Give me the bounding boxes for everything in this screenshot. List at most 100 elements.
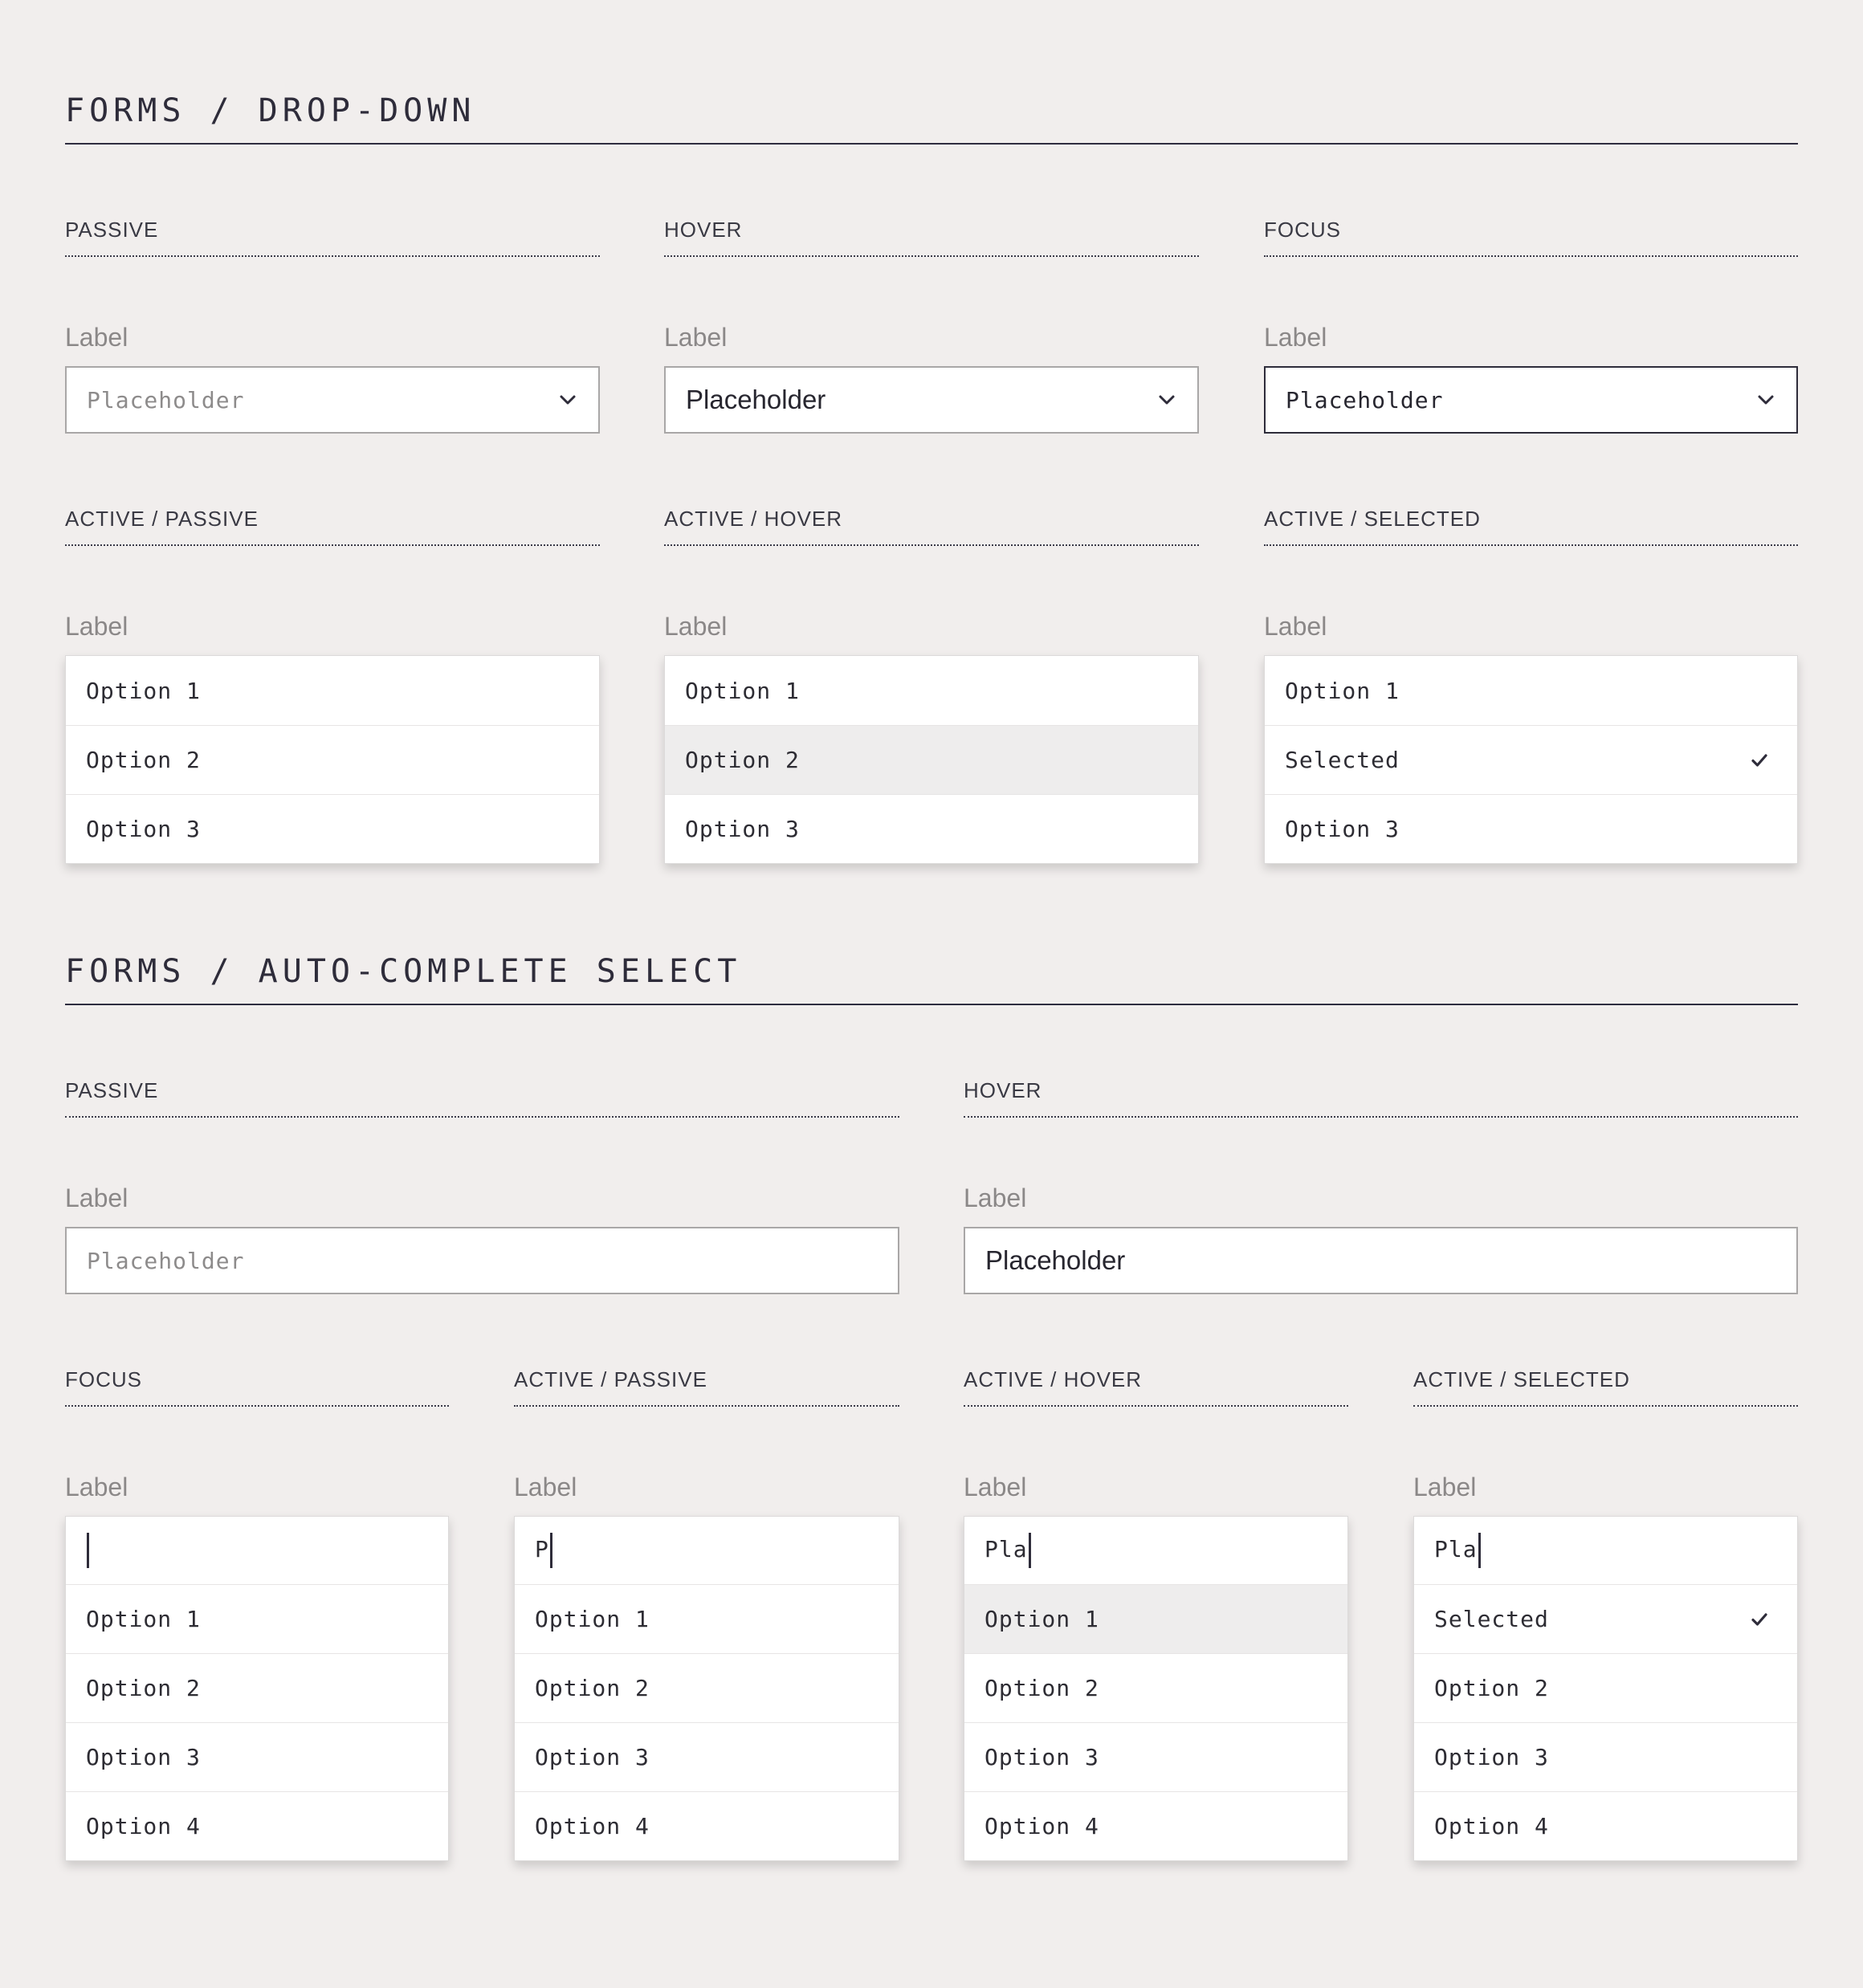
menu-option[interactable]: Option 3	[964, 1722, 1347, 1791]
menu-option-hovered[interactable]: Option 2	[665, 725, 1198, 794]
menu-option[interactable]: Option 3	[1265, 794, 1797, 863]
option-label: Option 3	[685, 816, 800, 842]
autocomplete-active-hover-input[interactable]: Pla	[964, 1517, 1347, 1584]
dropdown-focus-placeholder: Placeholder	[1286, 386, 1444, 413]
autocomplete-section-divider	[65, 1004, 1798, 1005]
option-label: Option 3	[1285, 816, 1400, 842]
dropdown-hover-select[interactable]: Placeholder	[664, 366, 1199, 434]
autocomplete-active-selected-input[interactable]: Pla	[1414, 1517, 1797, 1584]
menu-option[interactable]: Option 3	[1414, 1722, 1797, 1791]
dropdown-active-selected-label: Label	[1264, 612, 1327, 641]
autocomplete-active-hover-divider	[964, 1405, 1348, 1407]
autocomplete-focus-input[interactable]	[66, 1517, 448, 1584]
menu-option[interactable]: Option 1	[66, 1584, 448, 1653]
menu-option[interactable]: Option 2	[964, 1653, 1347, 1722]
autocomplete-active-passive-label: Label	[514, 1473, 577, 1501]
option-label: Option 1	[86, 1606, 201, 1632]
autocomplete-active-selected-divider	[1413, 1405, 1798, 1407]
option-label: Option 3	[86, 1744, 201, 1770]
dropdown-passive-placeholder: Placeholder	[87, 386, 245, 413]
dropdown-passive-divider	[65, 255, 600, 257]
autocomplete-active-hover-menu: Pla Option 1 Option 2 Option 3 Option 4	[964, 1516, 1348, 1861]
menu-option[interactable]: Option 4	[1414, 1791, 1797, 1860]
menu-option[interactable]: Option 1	[515, 1584, 899, 1653]
autocomplete-active-hover-label: Label	[964, 1473, 1027, 1501]
autocomplete-focus-divider	[65, 1405, 449, 1407]
dropdown-active-selected-heading: ACTIVE / SELECTED	[1264, 507, 1481, 531]
autocomplete-passive-label: Label	[65, 1183, 128, 1212]
autocomplete-active-passive-menu: P Option 1 Option 2 Option 3 Option 4	[514, 1516, 899, 1861]
text-cursor	[549, 1533, 552, 1568]
menu-option[interactable]: Option 2	[1414, 1653, 1797, 1722]
option-label: Option 2	[1434, 1675, 1549, 1701]
menu-option[interactable]: Option 4	[964, 1791, 1347, 1860]
menu-option[interactable]: Option 4	[66, 1791, 448, 1860]
menu-option[interactable]: Option 3	[515, 1722, 899, 1791]
menu-option[interactable]: Option 3	[66, 794, 599, 863]
option-label: Option 2	[86, 1675, 201, 1701]
option-label: Option 2	[535, 1675, 650, 1701]
option-label: Selected	[1285, 747, 1400, 773]
autocomplete-focus-heading: FOCUS	[65, 1367, 142, 1391]
autocomplete-active-hover-heading: ACTIVE / HOVER	[964, 1367, 1143, 1391]
dropdown-active-passive-label: Label	[65, 612, 128, 641]
menu-option[interactable]: Option 1	[66, 656, 599, 725]
autocomplete-hover-input[interactable]: Placeholder	[964, 1227, 1798, 1294]
autocomplete-passive-input[interactable]: Placeholder	[65, 1227, 899, 1294]
option-label: Option 4	[535, 1813, 650, 1839]
dropdown-passive-heading: PASSIVE	[65, 218, 159, 242]
autocomplete-active-selected-menu: Pla Selected Option 2 Option 3 Option 4	[1413, 1516, 1798, 1861]
menu-option-selected[interactable]: Selected	[1265, 725, 1797, 794]
option-label: Option 3	[535, 1744, 650, 1770]
chevron-down-icon	[558, 390, 577, 409]
menu-option[interactable]: Option 3	[66, 1722, 448, 1791]
dropdown-active-hover-heading: ACTIVE / HOVER	[664, 507, 843, 531]
menu-option[interactable]: Option 1	[665, 656, 1198, 725]
dropdown-passive-select[interactable]: Placeholder	[65, 366, 600, 434]
autocomplete-hover-label: Label	[964, 1183, 1027, 1212]
chevron-down-icon	[1157, 390, 1176, 409]
dropdown-hover-placeholder: Placeholder	[686, 385, 826, 414]
dropdown-active-hover-label: Label	[664, 612, 728, 641]
autocomplete-hover-placeholder: Placeholder	[985, 1245, 1126, 1275]
menu-option[interactable]: Option 4	[515, 1791, 899, 1860]
autocomplete-active-passive-heading: ACTIVE / PASSIVE	[514, 1367, 707, 1391]
autocomplete-focus-label: Label	[65, 1473, 128, 1501]
option-label: Option 2	[86, 747, 201, 773]
autocomplete-active-passive-input[interactable]: P	[515, 1517, 899, 1584]
option-label: Option 1	[1285, 677, 1400, 704]
autocomplete-passive-heading: PASSIVE	[65, 1078, 159, 1102]
dropdown-focus-select[interactable]: Placeholder	[1264, 366, 1798, 434]
autocomplete-active-passive-divider	[514, 1405, 899, 1407]
dropdown-active-selected-menu: Option 1 Selected Option 3	[1264, 655, 1798, 864]
autocomplete-hover-divider	[964, 1116, 1798, 1118]
chevron-down-icon	[1756, 390, 1775, 409]
autocomplete-active-selected-heading: ACTIVE / SELECTED	[1413, 1367, 1630, 1391]
menu-option-selected[interactable]: Selected	[1414, 1584, 1797, 1653]
input-value: Pla	[1434, 1536, 1478, 1562]
option-label: Option 2	[984, 1675, 1099, 1701]
dropdown-section-divider	[65, 143, 1798, 145]
autocomplete-hover-heading: HOVER	[964, 1078, 1042, 1102]
dropdown-passive-label: Label	[65, 323, 128, 352]
option-label: Option 2	[685, 747, 800, 773]
menu-option[interactable]: Option 1	[1265, 656, 1797, 725]
option-label: Option 3	[984, 1744, 1099, 1770]
option-label: Option 3	[86, 816, 201, 842]
input-value: P	[535, 1536, 549, 1562]
dropdown-active-hover-divider	[664, 544, 1199, 546]
dropdown-focus-heading: FOCUS	[1264, 218, 1341, 242]
dropdown-hover-label: Label	[664, 323, 728, 352]
dropdown-section-title: FORMS / DROP-DOWN	[65, 92, 476, 129]
check-icon	[1751, 1611, 1768, 1628]
menu-option[interactable]: Option 2	[515, 1653, 899, 1722]
menu-option[interactable]: Option 3	[665, 794, 1198, 863]
dropdown-focus-label: Label	[1264, 323, 1327, 352]
dropdown-active-passive-menu: Option 1 Option 2 Option 3	[65, 655, 600, 864]
menu-option[interactable]: Option 2	[66, 1653, 448, 1722]
menu-option-hovered[interactable]: Option 1	[964, 1584, 1347, 1653]
autocomplete-passive-placeholder: Placeholder	[87, 1247, 245, 1274]
dropdown-focus-divider	[1264, 255, 1798, 257]
option-label: Option 1	[86, 677, 201, 704]
menu-option[interactable]: Option 2	[66, 725, 599, 794]
